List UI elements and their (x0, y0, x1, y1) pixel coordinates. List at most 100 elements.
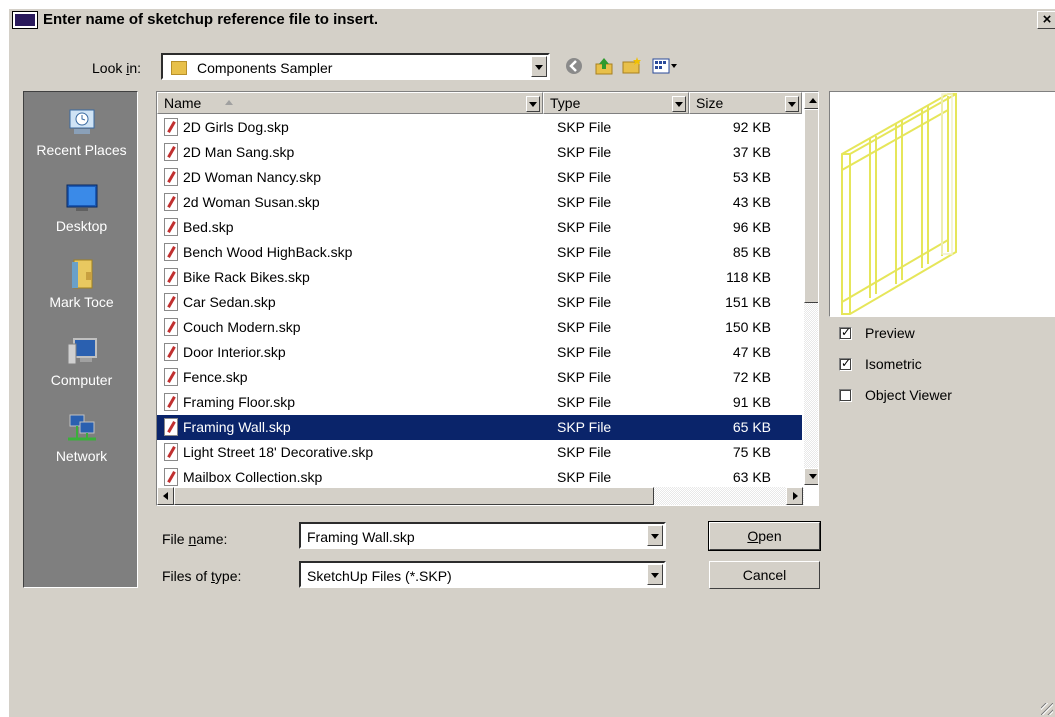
place-desktop[interactable]: Desktop (24, 182, 139, 234)
place-computer[interactable]: Computer (24, 336, 139, 388)
scroll-down-button[interactable] (804, 468, 818, 485)
cancel-button[interactable]: Cancel (709, 561, 820, 589)
file-name-cell: Door Interior.skp (183, 344, 286, 360)
arrow-right-icon (793, 492, 798, 500)
framing-wall-preview-image (841, 93, 957, 315)
file-type-cell: SKP File (557, 144, 612, 160)
chevron-down-icon[interactable] (672, 96, 686, 112)
file-name-cell: Couch Modern.skp (183, 319, 301, 335)
file-size-cell: 150 KB (725, 319, 771, 335)
column-size-label: Size (696, 95, 724, 111)
preview-checkbox[interactable]: ✓ (839, 325, 852, 340)
vertical-scroll-thumb[interactable] (804, 109, 818, 303)
recent-places-icon (69, 109, 94, 134)
chevron-down-icon[interactable] (647, 564, 663, 585)
skp-file-icon (164, 468, 178, 486)
file-type-cell: SKP File (557, 394, 612, 410)
skp-file-icon (164, 443, 178, 461)
file-row[interactable]: 2D Girls Dog.skp SKP File 92 KB (157, 115, 802, 140)
file-row[interactable]: Fence.skp SKP File 72 KB (157, 365, 802, 390)
file-name-input[interactable]: Framing Wall.skp (299, 522, 666, 549)
file-row[interactable]: Light Street 18' Decorative.skp SKP File 7… (157, 440, 802, 465)
scroll-up-button[interactable] (804, 92, 818, 109)
file-type-cell: SKP File (557, 269, 612, 285)
file-size-cell: 72 KB (732, 369, 771, 385)
chevron-down-icon[interactable] (526, 96, 540, 112)
file-name-cell: Car Sedan.skp (183, 294, 276, 310)
file-row[interactable]: Couch Modern.skp SKP File 150 KB (157, 315, 802, 340)
column-header-size[interactable]: Size (689, 92, 802, 114)
chevron-down-icon[interactable] (785, 96, 799, 112)
place-label: Recent Places (36, 142, 127, 158)
file-row[interactable]: Bench Wood HighBack.skp SKP File 85 KB (157, 240, 802, 265)
file-type-label: Files of type: (162, 568, 242, 584)
file-row[interactable]: Bike Rack Bikes.skp SKP File 118 KB (157, 265, 802, 290)
check-icon: ✓ (841, 356, 852, 370)
file-type-cell: SKP File (557, 419, 612, 435)
file-type-cell: SKP File (557, 369, 612, 385)
chevron-down-icon[interactable] (531, 56, 547, 77)
place-label: Desktop (55, 218, 108, 234)
list-header: Name Type Size (157, 92, 802, 114)
up-folder-button[interactable] (593, 55, 615, 77)
back-button[interactable] (563, 55, 585, 77)
skp-file-icon (164, 193, 178, 211)
preview-pane (829, 91, 1055, 317)
file-row[interactable]: 2D Man Sang.skp SKP File 37 KB (157, 140, 802, 165)
place-recent-places[interactable]: Recent Places (24, 106, 139, 158)
object-viewer-checkbox[interactable] (839, 389, 852, 402)
skp-file-icon (164, 418, 178, 436)
file-type-cell: SKP File (557, 294, 612, 310)
chevron-down-icon[interactable] (647, 525, 663, 546)
horizontal-scroll-thumb[interactable] (174, 487, 654, 505)
file-size-cell: 75 KB (732, 444, 771, 460)
view-menu-button[interactable] (651, 55, 679, 77)
file-row[interactable]: 2d Woman Susan.skp SKP File 43 KB (157, 190, 802, 215)
vertical-scrollbar[interactable] (804, 92, 818, 485)
new-folder-button[interactable] (621, 55, 643, 77)
open-button[interactable]: Open (708, 521, 821, 551)
file-row[interactable]: Car Sedan.skp SKP File 151 KB (157, 290, 802, 315)
file-size-cell: 92 KB (732, 119, 771, 135)
network-icon (67, 414, 96, 441)
file-size-cell: 91 KB (732, 394, 771, 410)
file-size-cell: 53 KB (732, 169, 771, 185)
app-icon (12, 11, 38, 29)
look-in-dropdown[interactable]: Components Sampler (161, 53, 550, 80)
place-label: Computer (50, 372, 113, 388)
file-type-cell: SKP File (557, 319, 612, 335)
place-network[interactable]: Network (24, 412, 139, 464)
resize-grip[interactable] (1041, 703, 1053, 715)
file-row[interactable]: 2D Woman Nancy.skp SKP File 53 KB (157, 165, 802, 190)
file-list[interactable]: Name Type Size 2D Girls Dog.skp SKP File 9… (156, 91, 819, 506)
file-size-cell: 63 KB (732, 469, 771, 485)
skp-file-icon (164, 168, 178, 186)
column-header-name[interactable]: Name (157, 92, 543, 114)
column-header-type[interactable]: Type (543, 92, 689, 114)
file-name-cell: Bed.skp (183, 219, 234, 235)
file-name-value: Framing Wall.skp (307, 529, 415, 545)
scroll-left-button[interactable] (157, 487, 174, 505)
file-name-cell: 2d Woman Susan.skp (183, 194, 320, 210)
file-dialog: Enter name of sketchup reference file to… (8, 8, 1055, 717)
places-bar: Recent Places Desktop Mark Toce Computer… (23, 91, 138, 588)
title-bar[interactable]: Enter name of sketchup reference file to… (9, 9, 1055, 31)
file-size-cell: 47 KB (732, 344, 771, 360)
place-mark-toce[interactable]: Mark Toce (24, 258, 139, 310)
scroll-right-button[interactable] (786, 487, 803, 505)
file-row[interactable]: Door Interior.skp SKP File 47 KB (157, 340, 802, 365)
isometric-checkbox[interactable]: ✓ (839, 356, 852, 371)
horizontal-scrollbar[interactable] (157, 487, 804, 505)
file-type-dropdown[interactable]: SketchUp Files (*.SKP) (299, 561, 666, 588)
close-button[interactable]: × (1037, 11, 1055, 29)
skp-file-icon (164, 143, 178, 161)
back-icon (566, 58, 582, 74)
file-type-cell: SKP File (557, 219, 612, 235)
file-row[interactable]: Framing Wall.skp SKP File 65 KB (157, 415, 802, 440)
preview-label: Preview (865, 325, 915, 341)
skp-file-icon (164, 318, 178, 336)
file-row[interactable]: Bed.skp SKP File 96 KB (157, 215, 802, 240)
file-row[interactable]: Framing Floor.skp SKP File 91 KB (157, 390, 802, 415)
up-folder-icon (595, 58, 613, 75)
file-type-cell: SKP File (557, 469, 612, 485)
